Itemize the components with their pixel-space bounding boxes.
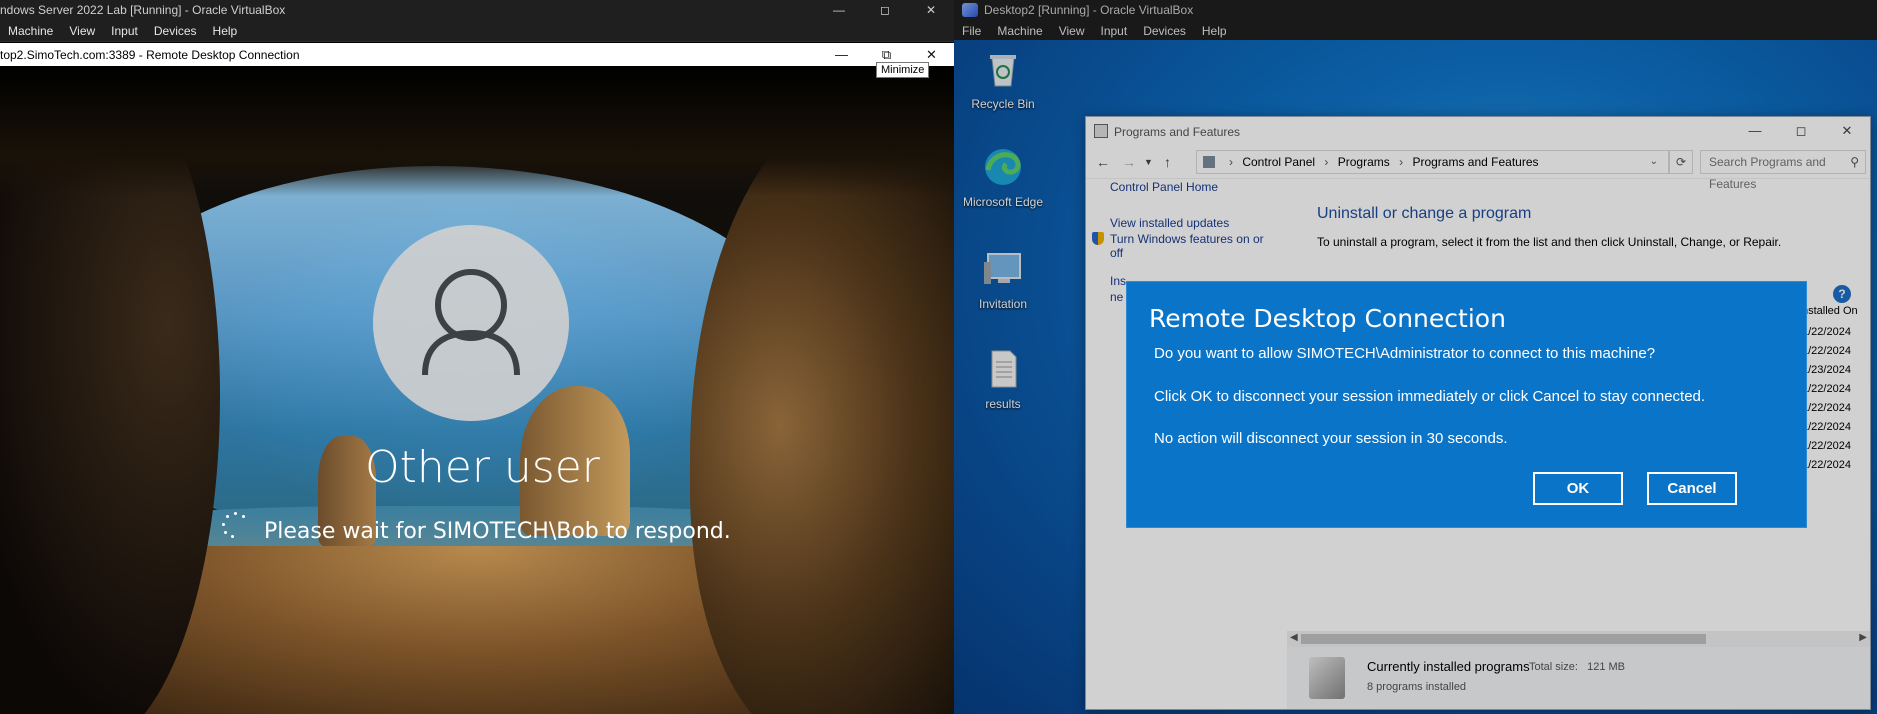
- maximize-icon[interactable]: ◻: [862, 0, 908, 20]
- ok-button[interactable]: OK: [1533, 472, 1623, 505]
- right-virtualbox-window: Desktop2 [Running] - Oracle VirtualBox F…: [954, 0, 1877, 714]
- rdp-connection-bar: top2.SimoTech.com:3389 - Remote Desktop …: [0, 43, 954, 66]
- dialog-instruction: Click OK to disconnect your session imme…: [1154, 388, 1706, 405]
- rdp-minimize-icon[interactable]: —: [819, 43, 864, 66]
- close-icon[interactable]: ✕: [908, 0, 954, 20]
- lock-user-name: Other user: [365, 442, 600, 493]
- minimize-tooltip: Minimize: [876, 62, 930, 78]
- menu-devices[interactable]: Devices: [146, 20, 205, 42]
- lock-status-message: Please wait for SIMOTECH\Bob to respond.: [264, 519, 731, 544]
- dialog-timeout-note: No action will disconnect your session i…: [1154, 430, 1508, 447]
- left-virtualbox-window: ndows Server 2022 Lab [Running] - Oracle…: [0, 0, 954, 714]
- cancel-button[interactable]: Cancel: [1647, 472, 1737, 505]
- user-avatar: [373, 225, 569, 421]
- user-icon: [422, 269, 520, 376]
- loading-spinner-icon: [222, 512, 248, 538]
- remote-desktop-dialog: Remote Desktop Connection Do you want to…: [1126, 281, 1807, 528]
- menu-view[interactable]: View: [61, 20, 103, 42]
- rdp-title: top2.SimoTech.com:3389 - Remote Desktop …: [0, 48, 300, 62]
- vm-window-title: ndows Server 2022 Lab [Running] - Oracle…: [0, 3, 286, 17]
- menu-machine[interactable]: Machine: [0, 20, 61, 42]
- dialog-question: Do you want to allow SIMOTECH\Administra…: [1154, 345, 1656, 362]
- vm-menubar: Machine View Input Devices Help: [0, 20, 954, 42]
- menu-input[interactable]: Input: [103, 20, 146, 42]
- dialog-title: Remote Desktop Connection: [1149, 304, 1506, 333]
- vm-titlebar: ndows Server 2022 Lab [Running] - Oracle…: [0, 0, 954, 20]
- menu-help[interactable]: Help: [205, 20, 246, 42]
- minimize-icon[interactable]: —: [816, 0, 862, 20]
